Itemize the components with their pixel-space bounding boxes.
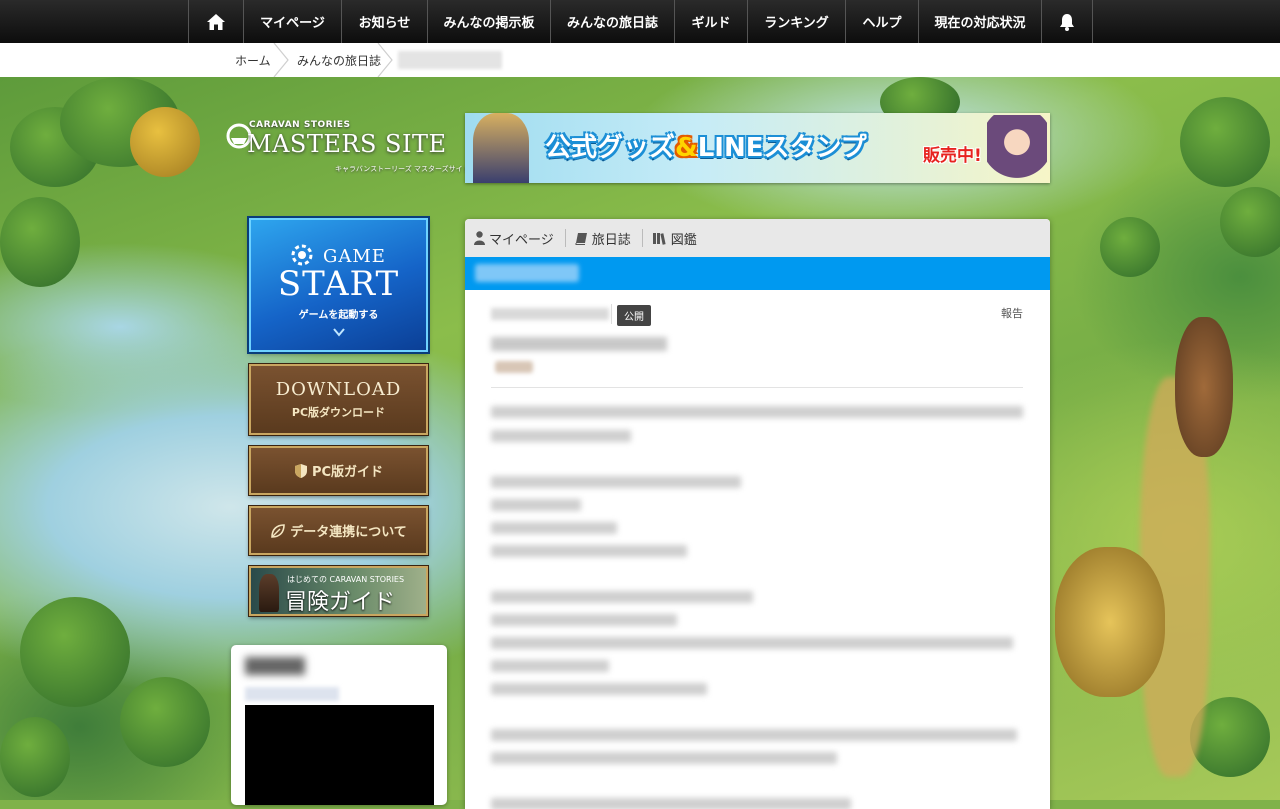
profile-subtext-blurred	[245, 687, 339, 701]
book-icon	[575, 232, 587, 245]
nav-menu: マイページ お知らせ みんなの掲示板 みんなの旅日誌 ギルド ランキング ヘルプ…	[188, 0, 1093, 43]
profile-image	[245, 705, 434, 805]
entry-text-blurred	[491, 637, 1013, 649]
entry-text-blurred	[491, 406, 1023, 418]
journal-owner-blurred	[475, 264, 579, 282]
pc-guide-label: PC版ガイド	[311, 465, 384, 480]
top-navigation: マイページ お知らせ みんなの掲示板 みんなの旅日誌 ギルド ランキング ヘルプ…	[0, 0, 1280, 43]
chevron-down-icon	[333, 328, 345, 337]
journal-title-bar	[465, 257, 1050, 290]
report-link[interactable]: 報告	[1001, 305, 1023, 321]
journal-panel: マイページ 旅日誌 図鑑 公開 報告	[465, 219, 1050, 809]
entry-text-blurred	[491, 499, 581, 511]
entry-text-blurred	[491, 614, 677, 626]
breadcrumb-current-blurred	[398, 51, 502, 69]
guide-character-illustration	[259, 574, 279, 612]
logo-title: MASTERS SITE	[247, 130, 447, 158]
nav-guild[interactable]: ギルド	[675, 0, 748, 43]
nav-notifications[interactable]	[1042, 0, 1093, 43]
entry-date-blurred	[491, 308, 609, 320]
breadcrumb-separator	[377, 43, 393, 77]
nav-news[interactable]: お知らせ	[342, 0, 428, 43]
banner-line-text: LINEスタンプ	[697, 133, 867, 163]
data-link-label: データ連携について	[290, 525, 407, 540]
adventure-guide-button[interactable]: はじめての CARAVAN STORIES 冒険ガイド	[249, 566, 428, 616]
tab-journal-label: 旅日誌	[591, 232, 631, 248]
nav-travel-journal[interactable]: みんなの旅日誌	[551, 0, 675, 43]
entry-title-blurred	[491, 337, 667, 351]
masters-site-logo[interactable]: CARAVAN STORIES MASTERS SITE キャラバンストーリーズ…	[225, 116, 470, 180]
profile-panel	[231, 645, 447, 805]
entry-text-blurred	[491, 660, 609, 672]
journal-entry: 公開 報告	[465, 290, 1050, 809]
books-icon	[652, 232, 666, 245]
home-icon	[207, 13, 225, 30]
tab-encyclopedia[interactable]: 図鑑	[643, 229, 708, 248]
divider	[491, 387, 1023, 388]
user-icon	[474, 231, 485, 245]
banner-amp: &	[675, 133, 698, 163]
divider	[611, 304, 612, 324]
entry-text-blurred	[491, 752, 837, 764]
game-start-sub-label: ゲームを起動する	[298, 310, 379, 321]
banner-sale-text: 販売中!	[923, 146, 982, 166]
tab-mypage-label: マイページ	[489, 232, 554, 248]
journal-tabs: マイページ 旅日誌 図鑑	[465, 219, 1050, 258]
tab-encyclopedia-label: 図鑑	[670, 232, 697, 248]
breadcrumb: ホーム みんなの旅日誌	[0, 43, 1280, 77]
game-start-main-label: START	[277, 264, 400, 304]
logo-kana: キャラバンストーリーズ マスターズサイト	[335, 165, 470, 173]
tab-journal[interactable]: 旅日誌	[566, 229, 643, 248]
logo-small-text: CARAVAN STORIES	[249, 120, 351, 130]
entry-text-blurred	[491, 545, 687, 557]
entry-text-blurred	[491, 729, 1017, 741]
entry-text-blurred	[491, 522, 617, 534]
banner-knight-illustration	[473, 113, 529, 183]
banner-headline: 公式グッズ&LINEスタンプ	[545, 127, 867, 164]
breadcrumb-section[interactable]: みんなの旅日誌	[297, 43, 381, 77]
nav-ranking[interactable]: ランキング	[748, 0, 846, 43]
breadcrumb-home[interactable]: ホーム	[235, 43, 271, 77]
entry-text-blurred	[491, 683, 707, 695]
nav-home[interactable]	[189, 0, 244, 43]
entry-text-blurred	[491, 430, 631, 442]
entry-text-blurred	[491, 476, 741, 488]
banner-goods-text: 公式グッズ	[545, 133, 676, 163]
download-sub-label: PC版ダウンロード	[291, 406, 386, 419]
leaf-icon	[271, 523, 285, 538]
data-link-button[interactable]: データ連携について	[249, 506, 428, 555]
goods-line-stamp-banner[interactable]: 公式グッズ&LINEスタンプ 販売中!	[465, 113, 1050, 183]
nav-mypage[interactable]: マイページ	[244, 0, 342, 43]
profile-name-blurred	[245, 657, 305, 675]
pc-guide-button[interactable]: PC版ガイド	[249, 446, 428, 495]
download-button[interactable]: DOWNLOAD PC版ダウンロード	[249, 364, 428, 435]
banner-girl-illustration	[987, 115, 1047, 183]
entry-tag-blurred	[495, 361, 533, 373]
breadcrumb-separator	[273, 43, 289, 77]
bell-icon	[1060, 13, 1074, 31]
game-start-button[interactable]: GAME START ゲームを起動する	[249, 218, 428, 352]
tab-mypage[interactable]: マイページ	[465, 229, 566, 248]
entry-text-blurred	[491, 591, 753, 603]
nav-help[interactable]: ヘルプ	[846, 0, 919, 43]
download-main-label: DOWNLOAD	[275, 379, 402, 400]
visibility-badge: 公開	[617, 305, 651, 326]
nav-board[interactable]: みんなの掲示板	[428, 0, 551, 43]
nav-status[interactable]: 現在の対応状況	[919, 0, 1042, 43]
shield-icon	[294, 463, 307, 478]
adventure-guide-title: 冒険ガイド	[285, 590, 396, 615]
